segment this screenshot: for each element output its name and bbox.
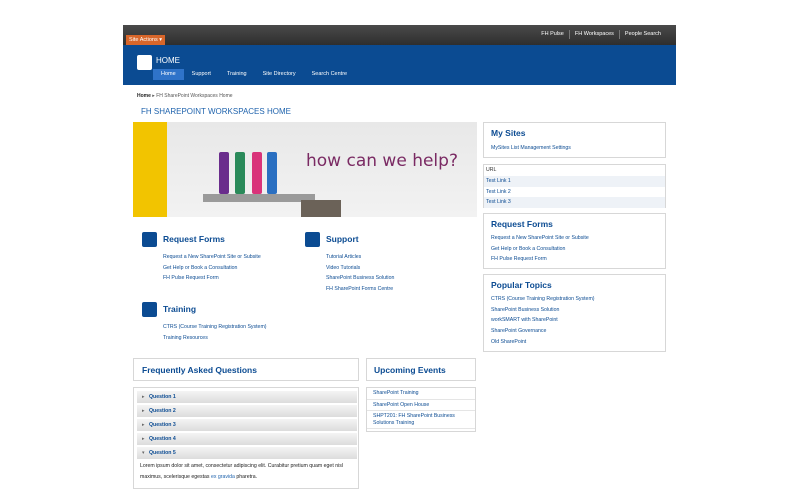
faq-question-label: Question 4 <box>149 436 176 442</box>
faq-question[interactable]: ▸ Question 4 <box>137 433 357 445</box>
hero-banner: how can we help? <box>133 122 477 217</box>
page-title: FH SHAREPOINT WORKSPACES HOME <box>141 107 291 116</box>
link-fh-pulse-request[interactable]: FH Pulse Request Form <box>163 273 261 284</box>
popular-topics-panel: Popular Topics CTRS (Course Training Reg… <box>483 274 666 352</box>
site-logo[interactable] <box>137 55 152 70</box>
link-business-solution[interactable]: SharePoint Business Solution <box>326 273 394 284</box>
whiteboard-eraser <box>301 200 341 217</box>
link-request-new-site[interactable]: Request a New SharePoint Site or Subsite <box>163 252 261 263</box>
site-actions-button[interactable]: Site Actions ▾ <box>126 35 166 45</box>
event-item[interactable]: SHPT201: FH SharePoint Business Solution… <box>367 411 475 429</box>
marker-green <box>235 152 245 194</box>
link-training-resources[interactable]: Training Resources <box>163 333 267 344</box>
popular-topics-heading: Popular Topics <box>491 280 552 290</box>
my-sites-heading: My Sites <box>491 128 526 138</box>
support-heading: Support <box>326 234 359 244</box>
square-tile-icon <box>142 232 157 247</box>
faq-question[interactable]: ▸ Question 3 <box>137 419 357 431</box>
square-tile-icon <box>142 302 157 317</box>
top-bar: Site Actions ▾ FH Pulse FH Workspaces Pe… <box>123 25 676 45</box>
expand-arrow-icon: ▸ <box>142 422 145 428</box>
expand-arrow-icon: ▸ <box>142 436 145 442</box>
training-section: Training CTRS (Course Training Registrat… <box>142 302 312 347</box>
expand-arrow-icon: ▸ <box>142 394 145 400</box>
request-forms-section: Request Forms Request a New SharePoint S… <box>142 232 292 292</box>
test-link-2[interactable]: Test Link 2 <box>484 187 665 198</box>
whiteboard-tray <box>203 194 315 202</box>
topic-governance[interactable]: SharePoint Governance <box>491 326 595 337</box>
hero-yellow-panel <box>133 122 167 217</box>
marker-blue <box>267 152 277 194</box>
training-heading: Training <box>163 304 197 314</box>
site-header: HOME Home Support Training Site Director… <box>123 45 676 85</box>
marker-purple <box>219 152 229 194</box>
link-video-tutorials[interactable]: Video Tutorials <box>326 263 394 274</box>
nav-search-centre[interactable]: Search Centre <box>304 69 355 80</box>
faq-question[interactable]: ▸ Question 1 <box>137 391 357 403</box>
marker-pink <box>252 152 262 194</box>
top-link-fh-workspaces[interactable]: FH Workspaces <box>568 30 619 39</box>
faq-question[interactable]: ▸ Question 2 <box>137 405 357 417</box>
nav-support[interactable]: Support <box>184 69 219 80</box>
top-navigation: Home Support Training Site Directory Sea… <box>153 69 355 80</box>
events-list: SharePoint Training SharePoint Open Hous… <box>366 387 476 432</box>
faq-answer-link[interactable]: ex gravida <box>211 474 235 480</box>
right-link-get-help[interactable]: Get Help or Book a Consultation <box>491 244 589 255</box>
top-link-people-search[interactable]: People Search <box>618 30 666 39</box>
nav-site-directory[interactable]: Site Directory <box>255 69 304 80</box>
faq-header: Frequently Asked Questions <box>133 358 359 381</box>
right-link-fh-pulse-request[interactable]: FH Pulse Request Form <box>491 254 589 265</box>
breadcrumb-home[interactable]: Home <box>137 93 151 99</box>
hero-caption: how can we help? <box>306 151 458 171</box>
top-links: FH Pulse FH Workspaces People Search <box>536 30 666 39</box>
nav-home[interactable]: Home <box>153 69 184 80</box>
test-link-3[interactable]: Test Link 3 <box>484 197 665 209</box>
test-links-list: URL Test Link 1 Test Link 2 Test Link 3 <box>483 164 666 209</box>
faq-heading: Frequently Asked Questions <box>142 365 257 375</box>
right-request-forms-panel: Request Forms Request a New SharePoint S… <box>483 213 666 269</box>
breadcrumb: Home ▸ FH SharePoint Workspaces Home <box>137 93 233 99</box>
topic-old-sharepoint[interactable]: Old SharePoint <box>491 337 595 348</box>
faq-question-expanded[interactable]: ▾ Question 5 <box>137 447 357 459</box>
test-link-1[interactable]: Test Link 1 <box>484 175 665 187</box>
faq-accordion: ▸ Question 1 ▸ Question 2 ▸ Question 3 ▸… <box>133 387 359 489</box>
faq-question-label: Question 5 <box>149 450 176 456</box>
faq-question-label: Question 3 <box>149 422 176 428</box>
link-get-help[interactable]: Get Help or Book a Consultation <box>163 263 261 274</box>
right-request-forms-heading: Request Forms <box>491 219 553 229</box>
link-tutorial-articles[interactable]: Tutorial Articles <box>326 252 394 263</box>
top-link-fh-pulse[interactable]: FH Pulse <box>536 30 569 39</box>
topic-business-solution[interactable]: SharePoint Business Solution <box>491 305 595 316</box>
collapse-arrow-icon: ▾ <box>142 450 145 456</box>
link-ctrs[interactable]: CTRS (Course Training Registration Syste… <box>163 322 267 333</box>
link-forms-centre[interactable]: FH SharePoint Forms Centre <box>326 284 394 295</box>
expand-arrow-icon: ▸ <box>142 408 145 414</box>
my-sites-panel: My Sites MySites List Management Setting… <box>483 122 666 158</box>
support-section: Support Tutorial Articles Video Tutorial… <box>305 232 455 302</box>
faq-question-label: Question 2 <box>149 408 176 414</box>
square-tile-icon <box>305 232 320 247</box>
breadcrumb-current: FH SharePoint Workspaces Home <box>156 93 233 99</box>
events-header: Upcoming Events <box>366 358 476 381</box>
events-heading: Upcoming Events <box>374 365 446 375</box>
site-title[interactable]: HOME <box>156 56 180 65</box>
links-column-header[interactable]: URL <box>484 165 665 176</box>
faq-answer: Lorem ipsum dolor sit amet, consectetur … <box>140 461 354 482</box>
request-forms-heading: Request Forms <box>163 234 225 244</box>
topic-ctrs[interactable]: CTRS (Course Training Registration Syste… <box>491 294 595 305</box>
topic-worksmart[interactable]: workSMART with SharePoint <box>491 315 595 326</box>
right-link-request-new-site[interactable]: Request a New SharePoint Site or Subsite <box>491 233 589 244</box>
faq-answer-text-end: pharetra. <box>236 473 258 480</box>
page: Site Actions ▾ FH Pulse FH Workspaces Pe… <box>123 25 676 498</box>
link-mysites-settings[interactable]: MySites List Management Settings <box>491 143 571 154</box>
event-item[interactable]: SharePoint Training <box>367 388 475 400</box>
breadcrumb-separator-icon: ▸ <box>152 93 155 99</box>
nav-training[interactable]: Training <box>219 69 255 80</box>
event-item[interactable]: SharePoint Open House <box>367 400 475 411</box>
faq-question-label: Question 1 <box>149 394 176 400</box>
